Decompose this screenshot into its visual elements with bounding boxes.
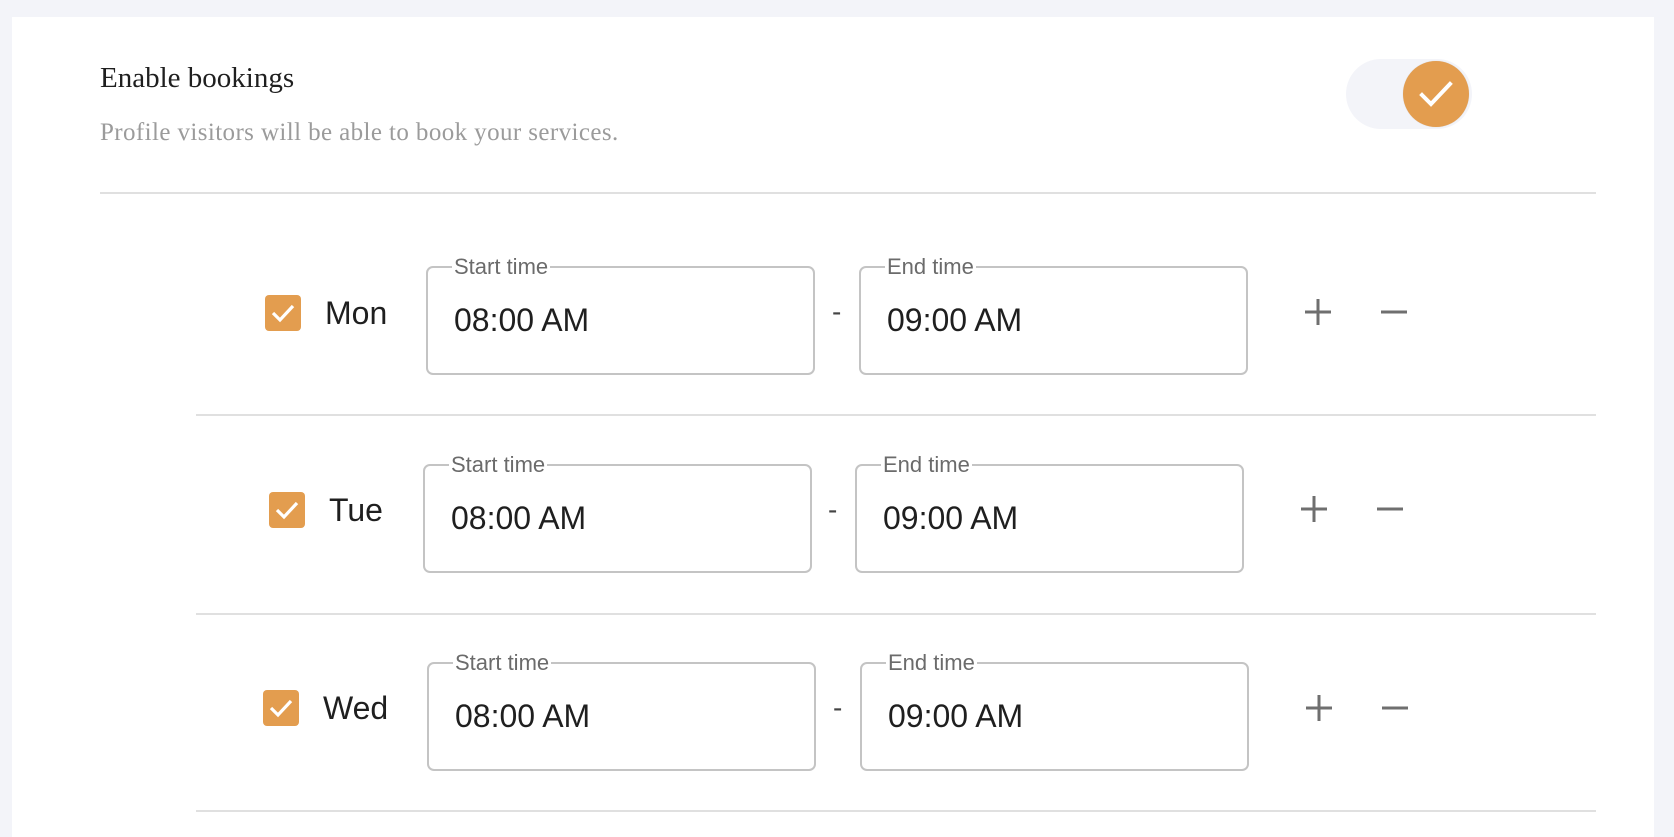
- check-icon: [271, 304, 295, 323]
- start-time-label: Start time: [451, 452, 546, 477]
- start-time-field-mon[interactable]: Start time 08:00 AM: [426, 256, 815, 375]
- day-checkbox-mon[interactable]: [265, 295, 301, 331]
- remove-slot-button-wed[interactable]: [1375, 688, 1415, 728]
- start-time-field-tue[interactable]: Start time 08:00 AM: [423, 454, 812, 573]
- day-checkbox-tue[interactable]: [269, 492, 305, 528]
- start-time-field-wed[interactable]: Start time 08:00 AM: [427, 652, 816, 771]
- start-time-label: Start time: [454, 254, 549, 279]
- start-time-value[interactable]: 08:00 AM: [454, 304, 589, 336]
- time-separator: -: [832, 296, 842, 327]
- check-icon: [275, 501, 299, 520]
- plus-icon: [1301, 496, 1327, 522]
- plus-icon: [1305, 299, 1331, 325]
- minus-icon: [1377, 507, 1403, 511]
- minus-icon: [1382, 706, 1408, 710]
- end-time-value[interactable]: 09:00 AM: [883, 502, 1018, 534]
- enable-bookings-toggle-knob[interactable]: [1403, 61, 1469, 127]
- row-divider: [196, 810, 1596, 812]
- end-time-label: End time: [883, 452, 970, 477]
- page-subtitle: Profile visitors will be able to book yo…: [100, 119, 619, 146]
- end-time-value[interactable]: 09:00 AM: [887, 304, 1022, 336]
- row-divider: [196, 613, 1596, 615]
- time-separator: -: [833, 692, 843, 723]
- check-icon: [269, 699, 293, 718]
- end-time-value[interactable]: 09:00 AM: [888, 700, 1023, 732]
- start-time-value[interactable]: 08:00 AM: [451, 502, 586, 534]
- check-icon: [1419, 81, 1453, 107]
- add-slot-button-tue[interactable]: [1294, 489, 1334, 529]
- day-label-mon: Mon: [325, 295, 388, 331]
- end-time-label: End time: [888, 650, 975, 675]
- remove-slot-button-mon[interactable]: [1374, 292, 1414, 332]
- day-label-tue: Tue: [329, 492, 383, 528]
- time-separator: -: [828, 494, 838, 525]
- start-time-value[interactable]: 08:00 AM: [455, 700, 590, 732]
- start-time-label: Start time: [455, 650, 550, 675]
- page-title: Enable bookings: [100, 62, 295, 94]
- row-divider: [196, 414, 1596, 416]
- end-time-field-mon[interactable]: End time 09:00 AM: [859, 256, 1248, 375]
- day-checkbox-wed[interactable]: [263, 690, 299, 726]
- end-time-field-tue[interactable]: End time 09:00 AM: [855, 454, 1244, 573]
- day-label-wed: Wed: [323, 690, 389, 726]
- add-slot-button-mon[interactable]: [1298, 292, 1338, 332]
- add-slot-button-wed[interactable]: [1299, 688, 1339, 728]
- end-time-field-wed[interactable]: End time 09:00 AM: [860, 652, 1249, 771]
- remove-slot-button-tue[interactable]: [1370, 489, 1410, 529]
- header-divider: [100, 192, 1596, 194]
- plus-icon: [1306, 695, 1332, 721]
- minus-icon: [1381, 310, 1407, 314]
- end-time-label: End time: [887, 254, 974, 279]
